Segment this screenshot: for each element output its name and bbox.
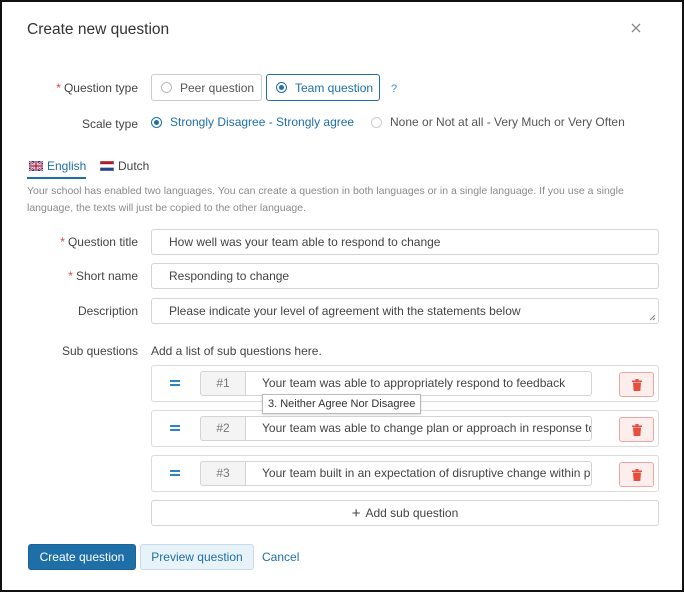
sub-question-number: #1: [200, 371, 245, 396]
short-name-input[interactable]: Responding to change: [151, 263, 659, 289]
sub-questions-hint: Add a list of sub questions here.: [151, 344, 322, 358]
peer-question-option[interactable]: Peer question: [151, 74, 262, 101]
scale-option-frequency[interactable]: None or Not at all - Very Much or Very O…: [371, 115, 625, 129]
language-note: Your school has enabled two languages. Y…: [27, 185, 624, 214]
question-type-label: * Question type: [56, 81, 138, 95]
sub-question-input[interactable]: Your team was able to change plan or app…: [245, 416, 592, 441]
drag-handle-icon[interactable]: [170, 379, 180, 387]
radio-icon: [371, 116, 382, 128]
create-question-dialog: Create new question * Question type Peer …: [0, 0, 684, 592]
uk-flag-icon: [29, 161, 43, 171]
close-icon[interactable]: [629, 21, 643, 35]
trash-icon: [632, 379, 642, 391]
delete-button[interactable]: [619, 417, 654, 442]
required-marker: *: [68, 269, 73, 283]
scale-type-label: Scale type: [81, 117, 138, 131]
sub-questions-label: Sub questions: [61, 344, 138, 358]
required-marker: *: [60, 235, 65, 249]
scale-option-agree[interactable]: Strongly Disagree - Strongly agree: [151, 115, 354, 129]
preview-question-button[interactable]: Preview question: [140, 544, 254, 570]
sub-question-input[interactable]: Your team was able to appropriately resp…: [245, 371, 592, 396]
list-item: #3 Your team built in an expectation of …: [151, 455, 659, 492]
team-question-option[interactable]: Team question: [266, 74, 380, 101]
question-title-label: * Question title: [60, 235, 138, 249]
language-tabs: English Dutch: [27, 152, 659, 180]
sub-question-number: #3: [200, 461, 245, 486]
radio-selected-icon: [151, 116, 162, 128]
dialog-title: Create new question: [27, 21, 170, 38]
radio-icon: [161, 82, 172, 93]
drag-handle-icon[interactable]: [170, 469, 180, 477]
sub-question-input[interactable]: Your team built in an expectation of dis…: [245, 461, 592, 486]
tab-english[interactable]: English: [29, 155, 86, 177]
required-marker: *: [56, 81, 61, 95]
delete-button[interactable]: [619, 462, 654, 487]
create-question-button[interactable]: Create question: [28, 544, 136, 570]
tab-dutch[interactable]: Dutch: [100, 155, 149, 177]
question-title-input[interactable]: How well was your team able to respond t…: [151, 229, 659, 255]
cancel-link[interactable]: Cancel: [262, 550, 299, 564]
help-icon[interactable]: ?: [391, 83, 397, 95]
drag-handle-icon[interactable]: [170, 424, 180, 432]
short-name-label: * Short name: [68, 269, 138, 283]
tooltip: 3. Neither Agree Nor Disagree: [262, 394, 422, 414]
description-label: Description: [77, 304, 138, 318]
active-tab-indicator: [27, 177, 86, 179]
delete-button[interactable]: [619, 372, 654, 397]
trash-icon: [632, 469, 642, 481]
trash-icon: [632, 424, 642, 436]
plus-icon: +: [351, 504, 361, 522]
list-item: #2 Your team was able to change plan or …: [151, 410, 659, 447]
resize-grip-icon[interactable]: [649, 314, 656, 321]
sub-question-number: #2: [200, 416, 245, 441]
nl-flag-icon: [100, 161, 114, 171]
add-sub-question-button[interactable]: + Add sub question: [151, 500, 659, 526]
radio-selected-icon: [276, 82, 287, 93]
description-textarea[interactable]: Please indicate your level of agreement …: [151, 298, 659, 324]
